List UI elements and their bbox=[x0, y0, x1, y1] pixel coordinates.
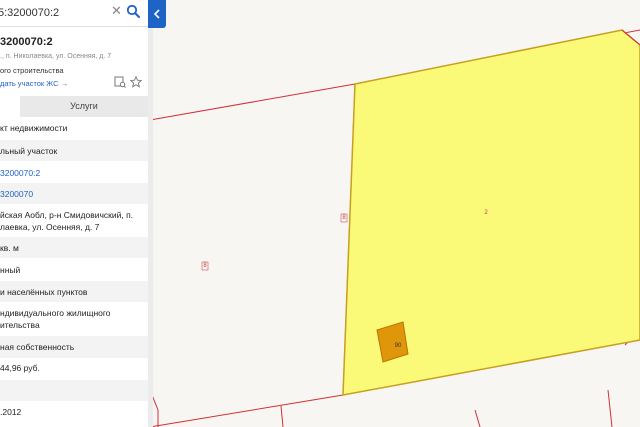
row-text: кв. м bbox=[0, 243, 19, 253]
row-text-line2: лаевка, ул. Осенняя, д. 7 bbox=[0, 222, 100, 232]
panel-scrollbar[interactable] bbox=[148, 0, 153, 427]
row-text: кт недвижимости bbox=[0, 123, 68, 133]
row-link[interactable]: 3200070:2 bbox=[0, 168, 40, 179]
list-item: нный bbox=[0, 259, 148, 280]
row-text-line1: йская Aобл, р-н Смидовичский, п. bbox=[0, 210, 134, 220]
row-text: и населённых пунктов bbox=[0, 287, 88, 297]
list-item: 44,96 руб. bbox=[0, 358, 148, 379]
share-icon[interactable] bbox=[114, 76, 126, 88]
row-text-line2: ительства bbox=[0, 320, 40, 330]
collapse-panel-button[interactable] bbox=[148, 0, 166, 28]
info-panel: ✕ 3200070:2 ., п. Николаевка, ул. Осення… bbox=[0, 0, 148, 427]
search-input[interactable] bbox=[0, 7, 110, 19]
object-address: ., п. Николаевка, ул. Осенняя, д. 7 bbox=[0, 53, 112, 60]
row-text: нный bbox=[0, 265, 21, 275]
tab-services[interactable]: Услуги bbox=[20, 96, 148, 117]
chevron-left-icon bbox=[153, 9, 160, 19]
object-title: 3200070:2 bbox=[0, 36, 53, 48]
list-item: ндивидуального жилищного ительства bbox=[0, 303, 148, 335]
row-text: .2012 bbox=[0, 407, 22, 417]
list-item[interactable]: 3200070:2 bbox=[0, 162, 148, 183]
panel-tabs: Услуги bbox=[0, 96, 148, 119]
tab-info[interactable] bbox=[0, 96, 20, 119]
building-label: 90 bbox=[395, 343, 402, 349]
list-item: кт недвижимости bbox=[0, 118, 148, 139]
list-item: льный участок bbox=[0, 140, 148, 161]
list-item: йская Aобл, р-н Смидовичский, п. лаевка,… bbox=[0, 205, 148, 237]
list-item: кв. м bbox=[0, 237, 148, 258]
object-type: ого строительства bbox=[0, 66, 64, 75]
list-item: и населённых пунктов bbox=[0, 281, 148, 302]
close-icon[interactable]: ✕ bbox=[111, 4, 123, 18]
star-icon[interactable] bbox=[130, 76, 142, 88]
sell-parcel-link[interactable]: дать участок ЖС → bbox=[0, 79, 68, 88]
row-text-line1: ндивидуального жилищного bbox=[0, 308, 111, 318]
row-text: льный участок bbox=[0, 146, 58, 156]
list-item: ная собственность bbox=[0, 336, 148, 358]
search-icon[interactable] bbox=[126, 4, 140, 18]
row-link[interactable]: 3200070 bbox=[0, 189, 33, 200]
row-text: ная собственность bbox=[0, 342, 75, 352]
list-item[interactable]: 3200070 bbox=[0, 183, 148, 204]
row-text: 44,96 руб. bbox=[0, 363, 40, 373]
list-item: .2012 bbox=[0, 402, 148, 427]
list-item bbox=[0, 380, 148, 401]
search-bar: ✕ bbox=[0, 0, 148, 27]
